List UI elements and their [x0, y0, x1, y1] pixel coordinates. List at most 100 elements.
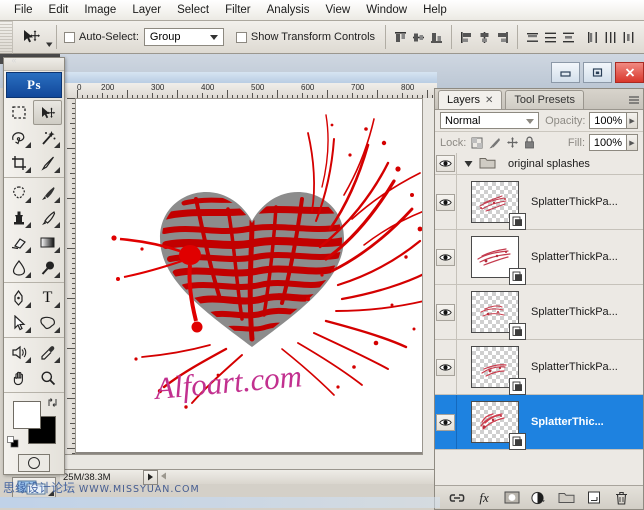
- group-expand-triangle-icon[interactable]: [461, 160, 475, 168]
- type-tool-icon[interactable]: T: [33, 285, 62, 310]
- healing-brush-tool-icon[interactable]: [4, 180, 33, 205]
- lock-image-pixels-icon[interactable]: [488, 137, 501, 149]
- align-horizontal-centers-icon[interactable]: [477, 30, 492, 45]
- menu-item-view[interactable]: View: [317, 2, 358, 18]
- lock-all-icon[interactable]: [524, 136, 535, 149]
- table-row[interactable]: SplatterThickPa...: [435, 230, 643, 285]
- tab-tool-presets[interactable]: Tool Presets: [505, 90, 584, 109]
- layer-visibility-toggle[interactable]: [435, 230, 457, 284]
- path-selection-tool-icon[interactable]: [4, 310, 33, 335]
- crop-tool-icon[interactable]: [4, 150, 33, 175]
- auto-select-scope-dropdown[interactable]: Group: [144, 28, 224, 46]
- layer-thumbnail[interactable]: [471, 401, 519, 443]
- distribute-bottom-edges-icon[interactable]: [561, 30, 576, 45]
- menu-item-select[interactable]: Select: [169, 2, 217, 18]
- distribute-left-edges-icon[interactable]: [585, 30, 600, 45]
- menu-item-file[interactable]: File: [6, 2, 41, 18]
- add-layer-mask-icon[interactable]: [503, 489, 521, 507]
- eyedropper-tool-icon[interactable]: [33, 340, 62, 365]
- table-row[interactable]: SplatterThickPa...: [435, 175, 643, 230]
- options-bar-grip[interactable]: [0, 21, 13, 54]
- move-tool-icon[interactable]: [18, 26, 44, 48]
- menu-item-layer[interactable]: Layer: [124, 2, 169, 18]
- group-visibility-toggle[interactable]: [435, 153, 457, 174]
- move-tool-icon[interactable]: [33, 100, 62, 125]
- swap-colors-icon[interactable]: [47, 397, 58, 408]
- layer-visibility-toggle[interactable]: [435, 285, 457, 339]
- table-row[interactable]: SplatterThickPa...: [435, 285, 643, 340]
- canvas-horizontal-scrollbar[interactable]: [60, 454, 423, 469]
- align-bottom-edges-icon[interactable]: [429, 30, 444, 45]
- fill-input[interactable]: 100%: [589, 134, 627, 151]
- layer-list[interactable]: original splashes: [435, 153, 643, 485]
- layer-visibility-toggle[interactable]: [435, 175, 457, 229]
- brush-tool-icon[interactable]: [33, 180, 62, 205]
- tool-preset-chevron-down-icon[interactable]: [46, 41, 53, 48]
- horizontal-ruler[interactable]: 0 200 300 400 500 600 700 800: [60, 83, 437, 99]
- layer-group-row[interactable]: original splashes: [435, 153, 643, 175]
- layer-thumbnail[interactable]: [471, 346, 519, 388]
- align-right-edges-icon[interactable]: [495, 30, 510, 45]
- foreground-color-swatch[interactable]: [13, 401, 41, 429]
- lock-transparent-pixels-icon[interactable]: [471, 137, 483, 149]
- layer-thumbnail[interactable]: [471, 291, 519, 333]
- distribute-right-edges-icon[interactable]: [621, 30, 636, 45]
- custom-shape-tool-icon[interactable]: [33, 310, 62, 335]
- eraser-tool-icon[interactable]: [4, 230, 33, 255]
- new-layer-icon[interactable]: [585, 489, 603, 507]
- gradient-tool-icon[interactable]: [33, 230, 62, 255]
- panel-menu-icon[interactable]: [628, 94, 640, 106]
- menu-item-image[interactable]: Image: [76, 2, 124, 18]
- distribute-horizontal-centers-icon[interactable]: [603, 30, 618, 45]
- tab-layers[interactable]: Layers ✕: [438, 90, 502, 109]
- distribute-vertical-centers-icon[interactable]: [543, 30, 558, 45]
- fill-stepper-arrow-icon[interactable]: ▶: [627, 134, 638, 151]
- clone-stamp-tool-icon[interactable]: [4, 205, 33, 230]
- menu-item-filter[interactable]: Filter: [217, 2, 259, 18]
- layer-style-fx-icon[interactable]: fx: [475, 489, 493, 507]
- quick-mask-mode-icon[interactable]: [4, 453, 64, 473]
- pen-tool-icon[interactable]: [4, 285, 33, 310]
- history-brush-tool-icon[interactable]: [33, 205, 62, 230]
- new-group-icon[interactable]: [557, 489, 575, 507]
- align-left-edges-icon[interactable]: [459, 30, 474, 45]
- menu-item-edit[interactable]: Edit: [41, 2, 77, 18]
- distribute-top-edges-icon[interactable]: [525, 30, 540, 45]
- delete-layer-icon[interactable]: [612, 489, 630, 507]
- auto-select-checkbox[interactable]: [64, 32, 75, 43]
- collapse-panel-icon[interactable]: «: [7, 55, 21, 64]
- dodge-tool-icon[interactable]: [33, 255, 62, 280]
- layer-visibility-toggle[interactable]: [435, 395, 457, 449]
- opacity-stepper-arrow-icon[interactable]: ▶: [627, 112, 638, 129]
- marquee-tool-icon[interactable]: [4, 100, 33, 125]
- minimize-button[interactable]: [551, 62, 580, 83]
- zoom-tool-icon[interactable]: [33, 365, 62, 390]
- align-top-edges-icon[interactable]: [393, 30, 408, 45]
- close-button[interactable]: [615, 62, 644, 83]
- menu-item-help[interactable]: Help: [415, 2, 455, 18]
- blend-mode-dropdown[interactable]: Normal: [440, 112, 539, 129]
- canvas-artboard[interactable]: Alfoart.com: [76, 99, 428, 452]
- link-layers-icon[interactable]: [448, 489, 466, 507]
- opacity-input[interactable]: 100%: [589, 112, 627, 129]
- restore-button[interactable]: [583, 62, 612, 83]
- table-row[interactable]: SplatterThic...: [435, 395, 643, 450]
- menu-item-window[interactable]: Window: [358, 2, 415, 18]
- notes-tool-icon[interactable]: [4, 340, 33, 365]
- lasso-tool-icon[interactable]: [4, 125, 33, 150]
- layer-thumbnail[interactable]: [471, 236, 519, 278]
- layer-thumbnail[interactable]: [471, 181, 519, 223]
- new-adjustment-layer-icon[interactable]: [530, 489, 548, 507]
- align-vertical-centers-icon[interactable]: [411, 30, 426, 45]
- slice-tool-icon[interactable]: [33, 150, 62, 175]
- show-transform-controls-checkbox[interactable]: [236, 32, 247, 43]
- lock-position-icon[interactable]: [506, 136, 519, 149]
- magic-wand-tool-icon[interactable]: [33, 125, 62, 150]
- table-row[interactable]: SplatterThickPa...: [435, 340, 643, 395]
- layer-visibility-toggle[interactable]: [435, 340, 457, 394]
- default-colors-icon[interactable]: [7, 436, 19, 448]
- menu-item-analysis[interactable]: Analysis: [259, 2, 318, 18]
- hand-tool-icon[interactable]: [4, 365, 33, 390]
- blur-tool-icon[interactable]: [4, 255, 33, 280]
- close-icon[interactable]: ✕: [485, 95, 493, 106]
